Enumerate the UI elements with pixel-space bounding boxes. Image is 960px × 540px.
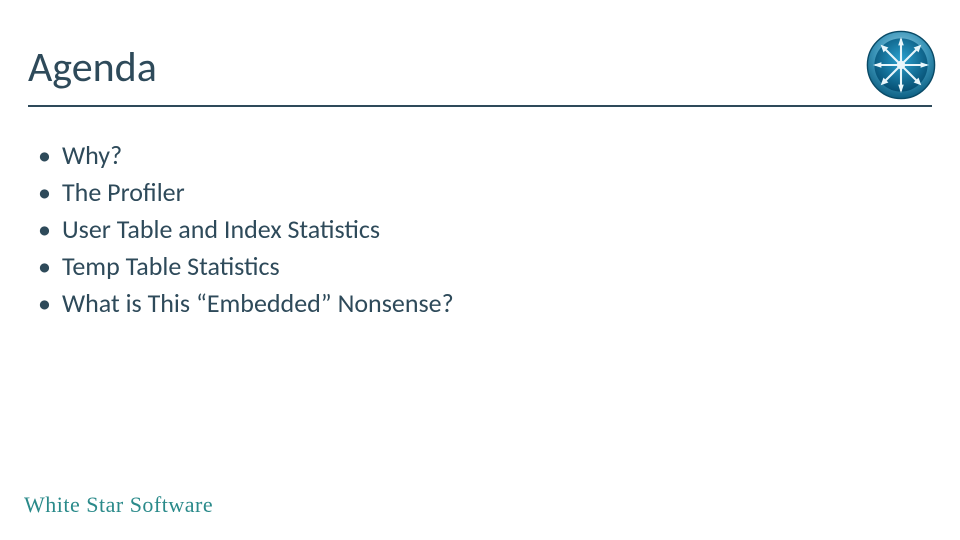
list-item: What is This “Embedded” Nonsense?: [38, 286, 454, 321]
list-item: The Profiler: [38, 175, 454, 210]
slide-title: Agenda: [28, 42, 157, 93]
footer-brand: White Star Software: [24, 492, 213, 518]
slide: Agenda: [0, 0, 960, 540]
list-item: Why?: [38, 138, 454, 173]
list-item: User Table and Index Statistics: [38, 212, 454, 247]
agenda-list: Why? The Profiler User Table and Index S…: [38, 138, 454, 323]
corner-logo-icon: [866, 30, 936, 100]
title-divider: [28, 105, 932, 107]
list-item: Temp Table Statistics: [38, 249, 454, 284]
